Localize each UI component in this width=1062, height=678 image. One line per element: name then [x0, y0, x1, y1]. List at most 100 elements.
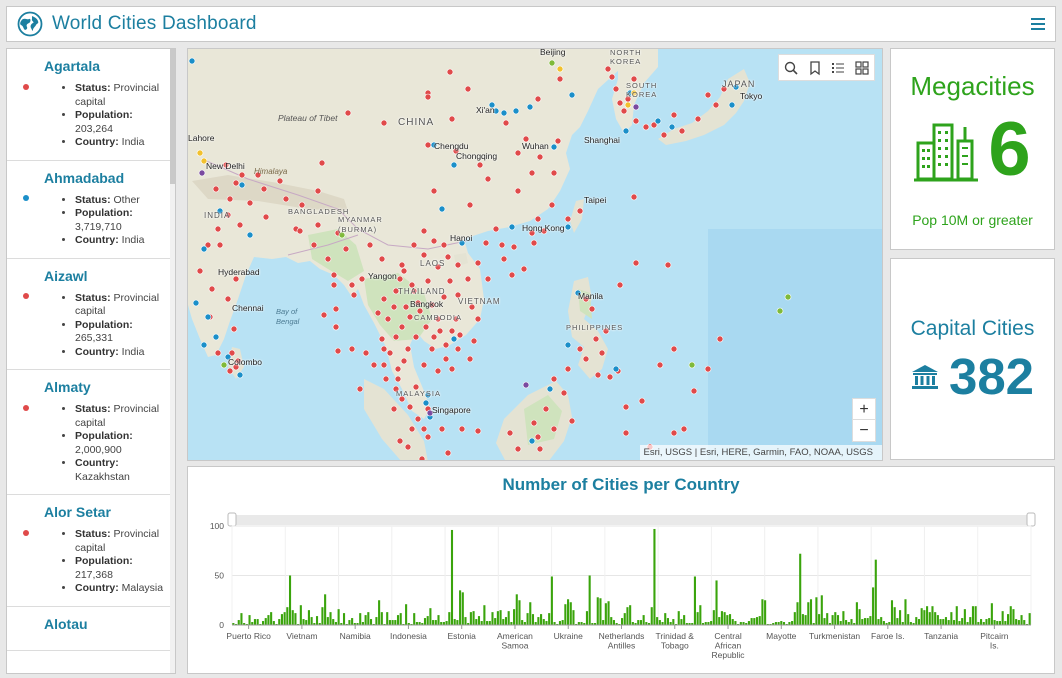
- bar[interactable]: [826, 613, 829, 625]
- bar[interactable]: [974, 606, 977, 625]
- bar[interactable]: [728, 614, 732, 625]
- bar[interactable]: [863, 618, 867, 625]
- bar[interactable]: [818, 614, 821, 625]
- bar[interactable]: [653, 528, 656, 625]
- bar[interactable]: [710, 621, 713, 625]
- bar[interactable]: [928, 612, 931, 625]
- bar[interactable]: [278, 619, 281, 625]
- bar[interactable]: [998, 621, 1002, 625]
- bar[interactable]: [561, 620, 564, 625]
- bar[interactable]: [380, 612, 383, 625]
- bar[interactable]: [726, 615, 729, 625]
- bar[interactable]: [542, 619, 545, 625]
- bar[interactable]: [386, 612, 389, 625]
- bar[interactable]: [294, 613, 297, 625]
- bar[interactable]: [988, 618, 991, 625]
- bar[interactable]: [764, 600, 767, 625]
- bar[interactable]: [971, 606, 975, 625]
- bar[interactable]: [286, 607, 289, 625]
- bar[interactable]: [464, 617, 467, 625]
- bar[interactable]: [815, 597, 818, 625]
- bar[interactable]: [596, 597, 599, 625]
- bar[interactable]: [237, 620, 240, 625]
- bar[interactable]: [253, 619, 256, 625]
- bar[interactable]: [610, 617, 613, 625]
- city-name[interactable]: Agartala: [44, 58, 175, 74]
- bar[interactable]: [963, 609, 966, 625]
- bar[interactable]: [429, 608, 432, 625]
- bar[interactable]: [855, 602, 858, 625]
- basemap-gallery-icon[interactable]: [853, 59, 871, 77]
- bar[interactable]: [477, 616, 481, 625]
- bar[interactable]: [307, 610, 310, 625]
- bar[interactable]: [731, 619, 734, 625]
- bar[interactable]: [696, 612, 699, 625]
- bar[interactable]: [283, 612, 286, 625]
- city-list-item[interactable]: Ahmadabad Status: OtherPopulation: 3,719,…: [7, 161, 175, 259]
- bar[interactable]: [834, 612, 837, 625]
- bar[interactable]: [639, 620, 642, 625]
- bar[interactable]: [450, 529, 454, 625]
- bar[interactable]: [248, 615, 251, 625]
- bar[interactable]: [413, 613, 416, 625]
- bar[interactable]: [942, 619, 945, 625]
- bar[interactable]: [1020, 615, 1023, 625]
- bar[interactable]: [874, 559, 877, 625]
- bar[interactable]: [550, 576, 553, 625]
- bar[interactable]: [391, 620, 394, 625]
- bar[interactable]: [588, 575, 591, 626]
- bar[interactable]: [461, 592, 464, 625]
- bar[interactable]: [337, 609, 340, 625]
- bar[interactable]: [256, 619, 259, 625]
- bar[interactable]: [720, 611, 723, 625]
- bar[interactable]: [693, 576, 696, 625]
- bar[interactable]: [629, 605, 632, 625]
- bar[interactable]: [267, 615, 270, 625]
- bar[interactable]: [904, 599, 907, 625]
- chart-range-slider[interactable]: [232, 515, 1031, 525]
- bar[interactable]: [585, 611, 589, 625]
- bar[interactable]: [869, 616, 872, 625]
- bar[interactable]: [758, 616, 761, 625]
- bar[interactable]: [567, 599, 570, 625]
- bar[interactable]: [623, 613, 626, 625]
- city-name[interactable]: Alotau: [44, 616, 175, 632]
- scrollbar-thumb[interactable]: [170, 49, 175, 184]
- bar[interactable]: [367, 612, 370, 625]
- bar[interactable]: [996, 621, 999, 625]
- bar[interactable]: [877, 619, 880, 625]
- bar[interactable]: [961, 618, 964, 625]
- bar[interactable]: [507, 611, 510, 625]
- bar[interactable]: [677, 611, 680, 625]
- bar[interactable]: [329, 612, 332, 625]
- bar[interactable]: [890, 600, 894, 625]
- bar[interactable]: [499, 610, 502, 625]
- city-name[interactable]: Ahmadabad: [44, 170, 175, 186]
- bar[interactable]: [836, 615, 840, 625]
- bar[interactable]: [947, 620, 950, 625]
- bar[interactable]: [537, 617, 540, 625]
- bar[interactable]: [923, 610, 926, 625]
- bar[interactable]: [715, 580, 718, 625]
- bar[interactable]: [448, 612, 451, 625]
- bar[interactable]: [399, 613, 402, 625]
- bar[interactable]: [261, 621, 265, 625]
- bar[interactable]: [896, 618, 899, 625]
- bar[interactable]: [299, 605, 302, 625]
- bar[interactable]: [364, 615, 367, 625]
- zoom-in-button[interactable]: +: [853, 399, 875, 420]
- bar[interactable]: [526, 613, 529, 625]
- bar[interactable]: [858, 609, 861, 625]
- bar[interactable]: [753, 618, 756, 625]
- bar[interactable]: [985, 619, 988, 625]
- bar[interactable]: [1001, 611, 1004, 625]
- map-view[interactable]: Beijing NORTH KOREA SOUTH KOREA JAPAN To…: [187, 48, 883, 461]
- bar[interactable]: [483, 605, 486, 625]
- bar[interactable]: [531, 614, 535, 625]
- bar[interactable]: [761, 599, 764, 625]
- bar[interactable]: [850, 619, 853, 625]
- bar[interactable]: [396, 615, 400, 625]
- bar[interactable]: [496, 611, 499, 625]
- bar[interactable]: [521, 620, 524, 625]
- bar[interactable]: [513, 609, 516, 625]
